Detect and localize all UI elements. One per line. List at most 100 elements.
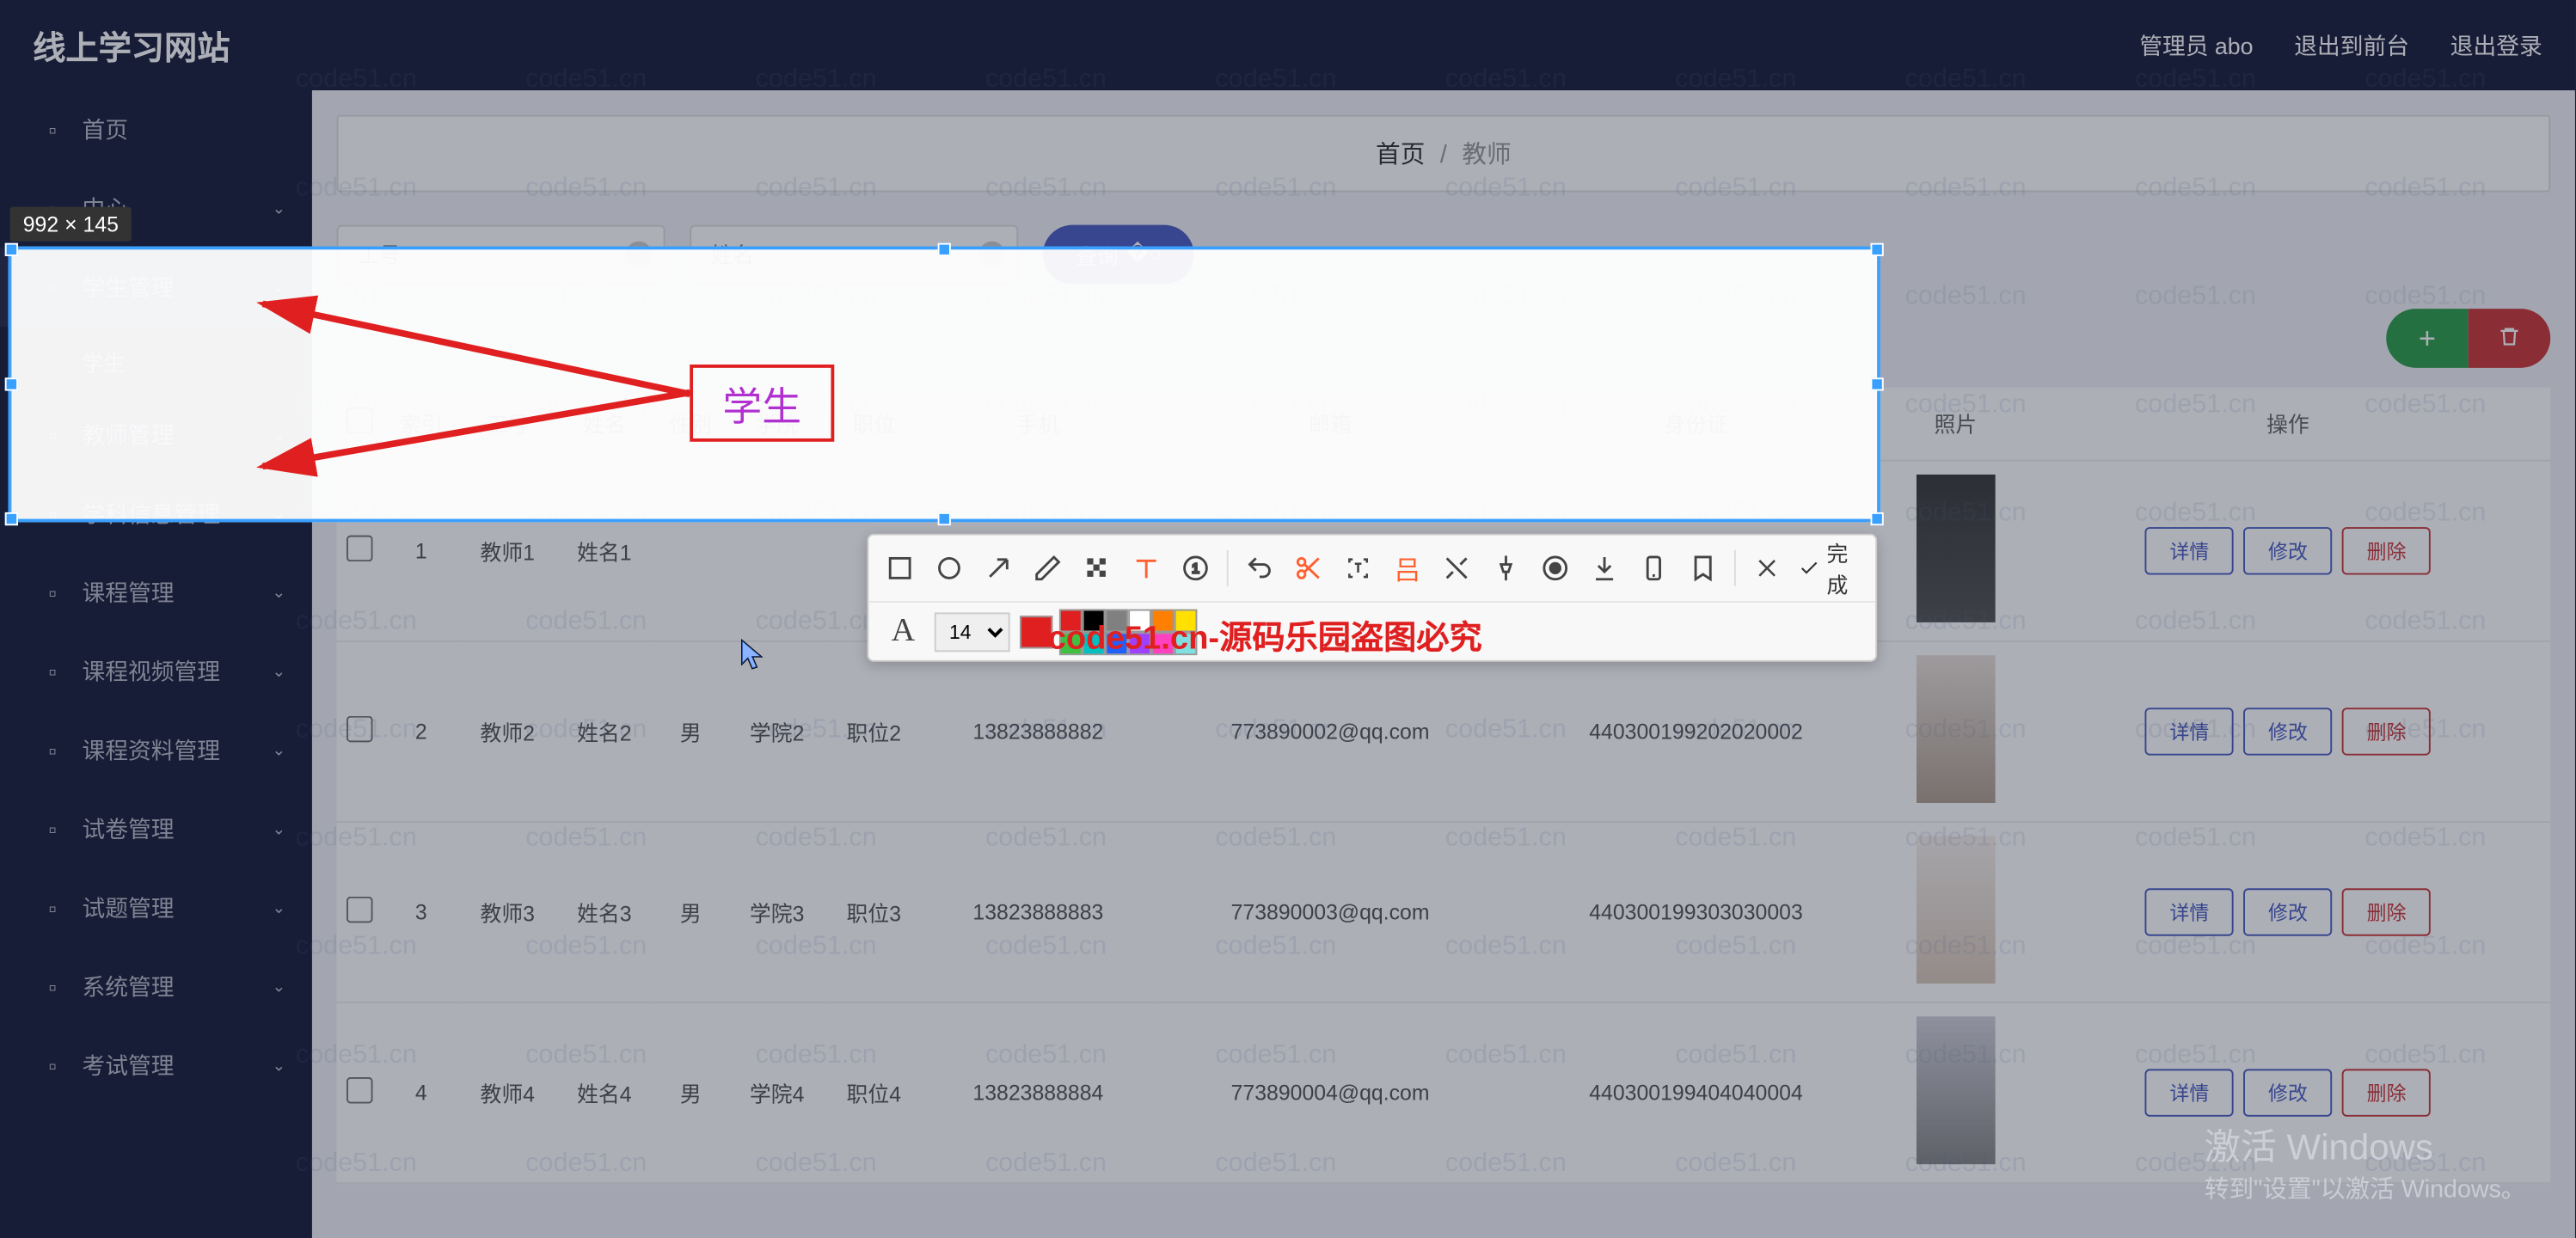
selection-box[interactable] [9, 247, 1880, 523]
detail-button[interactable]: 详情 [2145, 887, 2234, 935]
bookmark-icon[interactable] [1685, 547, 1721, 590]
color-swatch[interactable] [1175, 631, 1198, 654]
edit-button[interactable]: 修改 [2243, 887, 2332, 935]
detail-button[interactable]: 详情 [2145, 1068, 2234, 1115]
done-button[interactable]: 完成 [1798, 537, 1861, 600]
home-icon: ▫ [40, 117, 66, 144]
cell-xy: 学院2 [728, 640, 825, 821]
edit-button[interactable]: 修改 [2243, 707, 2332, 754]
breadcrumb-current: 教师 [1462, 141, 1511, 169]
color-swatch[interactable] [1083, 609, 1106, 632]
chevron-down-icon: ⌄ [272, 199, 285, 218]
row-checkbox[interactable] [347, 535, 373, 561]
rect-tool-icon[interactable] [882, 547, 918, 590]
delete-all-button[interactable] [2469, 309, 2551, 368]
current-color[interactable] [1020, 615, 1052, 647]
scissors-icon[interactable] [1291, 547, 1327, 590]
sidebar-item-8[interactable]: ▫课程资料管理⌄ [0, 711, 312, 790]
color-swatch[interactable] [1128, 631, 1151, 654]
cell-xm: 姓名3 [556, 821, 653, 1002]
pen-tool-icon[interactable] [1030, 547, 1066, 590]
col-10: 照片 [1886, 388, 2026, 460]
sidebar-item-7[interactable]: ▫课程视频管理⌄ [0, 632, 312, 711]
sidebar-label: 课程管理 [83, 576, 175, 609]
download-icon[interactable] [1586, 547, 1622, 590]
ocr-icon[interactable] [1340, 547, 1377, 590]
delete-button[interactable]: 删除 [2342, 707, 2431, 754]
cell-xb: 男 [653, 821, 728, 1002]
sidebar-item-12[interactable]: ▫考试管理⌄ [0, 1027, 312, 1106]
mobile-icon[interactable] [1636, 547, 1672, 590]
detail-button[interactable]: 详情 [2145, 526, 2234, 573]
breadcrumb: 首页 / 教师 [337, 115, 2551, 193]
color-swatch[interactable] [1151, 609, 1175, 632]
delete-button[interactable]: 删除 [2342, 1068, 2431, 1115]
check-icon: ▫ [40, 895, 66, 922]
chevron-down-icon: ⌄ [272, 820, 285, 838]
pin-icon[interactable] [1488, 547, 1524, 590]
number-tool-icon[interactable]: 1 [1178, 547, 1214, 590]
delete-button[interactable]: 删除 [2342, 526, 2431, 573]
done-label: 完成 [1826, 537, 1861, 600]
text-annotation-box[interactable]: 学生 [690, 365, 834, 442]
cell-sj: 13823888883 [923, 821, 1155, 1002]
edit-button[interactable]: 修改 [2243, 1068, 2332, 1115]
sidebar-item-6[interactable]: ▫课程管理⌄ [0, 554, 312, 633]
row-checkbox[interactable] [347, 715, 373, 742]
circle-tool-icon[interactable] [931, 547, 967, 590]
selection-dimensions: 992 × 145 [9, 207, 132, 242]
cell-gh: 教师4 [459, 1002, 556, 1182]
trash-icon [2498, 324, 2521, 347]
cell-zw: 职位4 [825, 1002, 923, 1182]
cell-xb: 男 [653, 1002, 728, 1182]
sidebar-item-10[interactable]: ▫试题管理⌄ [0, 868, 312, 947]
translate-icon[interactable]: 吕 [1389, 547, 1426, 590]
sidebar-label: 课程资料管理 [83, 734, 220, 767]
color-swatch[interactable] [1083, 631, 1106, 654]
breadcrumb-home[interactable]: 首页 [1376, 141, 1425, 169]
color-swatch[interactable] [1105, 631, 1128, 654]
chevron-down-icon: ⌄ [272, 663, 285, 681]
sidebar-label: 考试管理 [83, 1049, 175, 1082]
photo [1917, 1015, 1996, 1163]
arrow-tool-icon[interactable] [980, 547, 1016, 590]
sidebar-item-0[interactable]: ▫首页 [0, 90, 312, 169]
color-swatch[interactable] [1128, 609, 1151, 632]
logout-link[interactable]: 退出登录 [2450, 28, 2542, 61]
record-icon[interactable] [1537, 547, 1573, 590]
paper-icon: ▫ [40, 816, 66, 843]
sidebar-label: 试题管理 [83, 892, 175, 924]
svg-text:1: 1 [1192, 562, 1199, 577]
color-swatch[interactable] [1151, 631, 1175, 654]
color-swatch[interactable] [1059, 631, 1083, 654]
delete-button[interactable]: 删除 [2342, 887, 2431, 935]
row-checkbox[interactable] [347, 896, 373, 922]
admin-label[interactable]: 管理员 abo [2139, 28, 2253, 61]
undo-icon[interactable] [1242, 547, 1278, 590]
cell-gh: 教师3 [459, 821, 556, 1002]
color-swatch[interactable] [1059, 609, 1083, 632]
color-swatch[interactable] [1175, 609, 1198, 632]
sidebar-item-9[interactable]: ▫ 试卷管理 ⌄ [0, 790, 312, 869]
mosaic-tool-icon[interactable] [1079, 547, 1115, 590]
add-button[interactable]: + [2386, 309, 2469, 368]
close-icon[interactable] [1749, 547, 1785, 590]
row-checkbox[interactable] [347, 1076, 373, 1103]
goto-front-link[interactable]: 退出到前台 [2294, 28, 2409, 61]
share-icon[interactable] [1438, 547, 1475, 590]
color-swatch[interactable] [1105, 609, 1128, 632]
logo: 线上学习网站 [33, 21, 230, 69]
cell-sfz: 440300199404040004 [1506, 1002, 1886, 1182]
cell-xb: 男 [653, 640, 728, 821]
activate-sub: 转到"设置"以激活 Windows。 [2205, 1171, 2526, 1205]
font-size-select[interactable]: 14 [935, 611, 1010, 651]
chevron-down-icon: ⌄ [272, 978, 285, 996]
edit-button[interactable]: 修改 [2243, 526, 2332, 573]
text-tool-icon[interactable] [1128, 547, 1164, 590]
sidebar-label: 试卷管理 [83, 812, 175, 845]
color-palette [1059, 609, 1197, 654]
sidebar-item-11[interactable]: ▫系统管理⌄ [0, 947, 312, 1027]
detail-button[interactable]: 详情 [2145, 707, 2234, 754]
breadcrumb-sep: / [1440, 141, 1447, 169]
grid-icon: ▫ [40, 579, 66, 606]
